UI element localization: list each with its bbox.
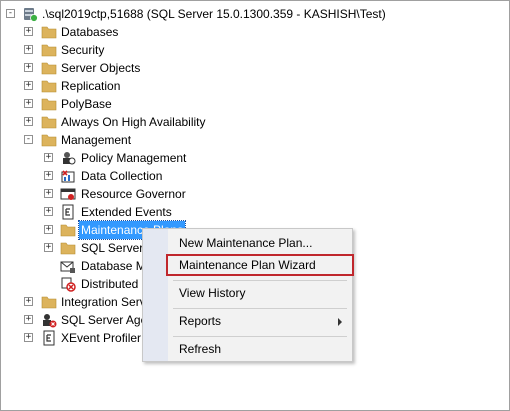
folder-icon xyxy=(41,26,57,39)
submenu-arrow-icon xyxy=(338,318,342,326)
menu-item-label: Reports xyxy=(179,314,222,328)
expand-icon[interactable]: + xyxy=(44,189,53,198)
tree-label: Databases xyxy=(61,25,119,39)
folder-icon xyxy=(41,44,57,57)
tree-label: Always On High Availability xyxy=(61,115,206,129)
data-collection-icon xyxy=(61,170,75,183)
expand-icon[interactable]: + xyxy=(24,297,33,306)
expand-icon[interactable]: + xyxy=(44,207,53,216)
server-label: .\sql2019ctp,51688 (SQL Server 15.0.1300… xyxy=(42,7,386,21)
tree-label: Extended Events xyxy=(81,205,172,219)
folder-icon xyxy=(41,80,57,93)
tree-label: PolyBase xyxy=(61,97,112,111)
tree-label: XEvent Profiler xyxy=(61,331,142,345)
menu-item-refresh[interactable]: Refresh xyxy=(168,338,352,360)
tree-label: Policy Management xyxy=(81,151,187,165)
distributed-transaction-icon xyxy=(61,277,76,292)
tree-label: Security xyxy=(61,43,105,57)
server-icon xyxy=(24,8,38,22)
highlight-box xyxy=(166,254,354,276)
xevent-profiler-icon xyxy=(43,330,55,346)
context-menu: New Maintenance Plan... Maintenance Plan… xyxy=(142,228,354,362)
mail-icon xyxy=(60,261,75,273)
menu-separator xyxy=(173,308,347,309)
tree-label: SQL Server Age xyxy=(61,313,148,327)
folder-icon xyxy=(41,134,57,147)
tree-label: Database M xyxy=(81,259,146,273)
expand-icon[interactable]: + xyxy=(44,225,53,234)
agent-icon xyxy=(43,314,57,328)
menu-item-label: View History xyxy=(179,286,246,300)
expand-icon[interactable]: + xyxy=(24,333,33,342)
folder-icon xyxy=(41,296,57,309)
expand-icon[interactable]: + xyxy=(24,27,33,36)
collapse-icon[interactable]: - xyxy=(6,9,15,18)
tree-label: Data Collection xyxy=(81,169,163,183)
menu-item-new-maintenance-plan[interactable]: New Maintenance Plan... xyxy=(168,232,352,254)
folder-icon xyxy=(60,242,76,255)
tree-label: Resource Governor xyxy=(81,187,186,201)
tree-label: Integration Servi xyxy=(61,295,149,309)
folder-icon xyxy=(41,98,57,111)
expand-icon[interactable]: + xyxy=(24,99,33,108)
folder-icon xyxy=(41,116,57,129)
menu-gutter xyxy=(143,229,168,361)
expand-icon[interactable]: + xyxy=(44,243,53,252)
expand-icon[interactable]: + xyxy=(24,315,33,324)
tree-label: Server Objects xyxy=(61,61,141,75)
menu-item-view-history[interactable]: View History xyxy=(168,282,352,304)
tree-label: Replication xyxy=(61,79,121,93)
folder-icon xyxy=(41,62,57,75)
expand-icon[interactable]: + xyxy=(24,117,33,126)
resource-governor-icon xyxy=(60,188,76,200)
policy-icon xyxy=(63,152,76,165)
menu-separator xyxy=(173,336,347,337)
extended-events-icon xyxy=(62,204,74,220)
expand-icon[interactable]: + xyxy=(24,63,33,72)
expand-icon[interactable]: + xyxy=(44,171,53,180)
tree-label: Management xyxy=(61,133,132,147)
object-explorer-panel: - .\sql2019ctp,51688 (SQL Server 15.0.13… xyxy=(0,0,510,411)
expand-icon[interactable]: + xyxy=(44,153,53,162)
menu-separator xyxy=(173,280,347,281)
folder-icon xyxy=(60,224,76,237)
tree-label: Distributed xyxy=(81,277,139,291)
menu-item-label: New Maintenance Plan... xyxy=(179,236,313,250)
menu-item-label: Refresh xyxy=(179,342,222,356)
expand-icon[interactable]: + xyxy=(24,81,33,90)
menu-item-reports[interactable]: Reports xyxy=(168,310,352,332)
expand-icon[interactable]: + xyxy=(24,45,33,54)
collapse-icon[interactable]: - xyxy=(24,135,33,144)
